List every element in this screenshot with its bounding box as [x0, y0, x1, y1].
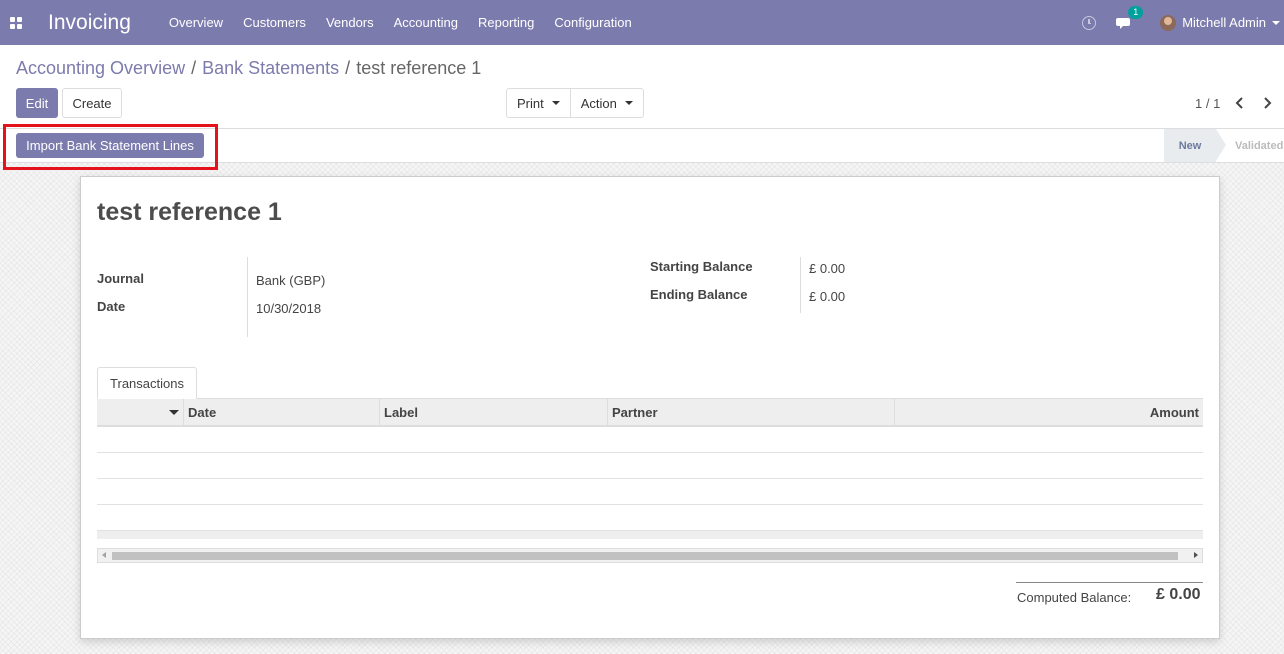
scroll-right-icon[interactable]	[1194, 552, 1198, 558]
ending-balance-label: Ending Balance	[650, 287, 748, 302]
breadcrumb-separator: /	[191, 58, 197, 78]
breadcrumb-current: test reference 1	[356, 58, 482, 78]
pager-value[interactable]: 1 / 1	[1195, 96, 1220, 111]
table-header: Date Label Partner Amount	[97, 398, 1203, 427]
starting-balance-label: Starting Balance	[650, 259, 753, 274]
edit-button[interactable]: Edit	[16, 88, 58, 118]
menu-reporting[interactable]: Reporting	[478, 15, 534, 30]
activity-clock-icon[interactable]	[1082, 15, 1097, 30]
create-button[interactable]: Create	[62, 88, 122, 118]
ending-balance-value[interactable]: £ 0.00	[809, 289, 845, 304]
date-value[interactable]: 10/30/2018	[256, 301, 321, 316]
menu-configuration[interactable]: Configuration	[554, 15, 631, 30]
record-title: test reference 1	[97, 198, 282, 226]
user-avatar[interactable]	[1160, 14, 1177, 31]
user-name[interactable]: Mitchell Admin	[1182, 15, 1266, 30]
print-label: Print	[517, 95, 544, 111]
computed-balance-label: Computed Balance:	[1017, 590, 1132, 605]
breadcrumb-separator: /	[345, 58, 351, 78]
table-row[interactable]	[97, 427, 1203, 453]
field-divider	[247, 257, 248, 337]
action-dropdown[interactable]: Action	[569, 89, 643, 117]
date-label: Date	[97, 299, 126, 314]
app-name[interactable]: Invoicing	[48, 11, 131, 35]
table-row[interactable]	[97, 505, 1203, 531]
scrollbar-thumb[interactable]	[112, 552, 1178, 560]
pager-next-icon[interactable]	[1260, 96, 1274, 110]
table-row[interactable]	[97, 479, 1203, 505]
breadcrumb-bank-statements[interactable]: Bank Statements	[202, 58, 339, 79]
user-menu-caret-icon[interactable]	[1272, 20, 1280, 25]
transactions-table: Date Label Partner Amount	[97, 398, 1203, 539]
horizontal-scrollbar[interactable]	[97, 548, 1203, 563]
column-partner[interactable]: Partner	[607, 399, 894, 426]
breadcrumb-accounting-overview[interactable]: Accounting Overview	[16, 58, 185, 79]
caret-down-icon	[624, 101, 633, 105]
menu-accounting[interactable]: Accounting	[394, 15, 458, 30]
top-navbar: Invoicing Overview Customers Vendors Acc…	[0, 0, 1284, 45]
column-label[interactable]: Label	[379, 399, 607, 426]
chat-counter-badge: 1	[1128, 5, 1144, 19]
field-divider	[800, 257, 801, 313]
starting-balance-value[interactable]: £ 0.00	[809, 261, 845, 276]
messaging-menu[interactable]: 1	[1116, 5, 1144, 31]
breadcrumb: Accounting Overview / Bank Statements / …	[16, 58, 481, 79]
sequence-sort-column[interactable]	[97, 399, 183, 426]
tab-transactions[interactable]: Transactions	[97, 367, 197, 399]
menu-overview[interactable]: Overview	[169, 15, 223, 30]
balance-divider	[1016, 582, 1203, 583]
column-amount[interactable]: Amount	[894, 399, 1203, 426]
table-footer	[97, 531, 1203, 539]
sort-caret-icon	[169, 410, 179, 415]
stage-validated[interactable]: Validated	[1226, 129, 1284, 162]
stage-new[interactable]: New	[1164, 129, 1226, 162]
column-date[interactable]: Date	[183, 399, 379, 426]
computed-balance-value: £ 0.00	[1156, 586, 1201, 603]
highlight-annotation-box	[3, 124, 218, 170]
print-dropdown[interactable]: Print	[507, 89, 570, 117]
pager-previous-icon[interactable]	[1233, 96, 1247, 110]
action-button-group: Print Action	[506, 88, 644, 118]
journal-label: Journal	[97, 271, 144, 286]
scroll-left-icon[interactable]	[102, 552, 106, 558]
caret-down-icon	[551, 101, 560, 105]
menu-vendors[interactable]: Vendors	[326, 15, 374, 30]
journal-value[interactable]: Bank (GBP)	[256, 273, 325, 288]
action-label: Action	[580, 95, 617, 111]
table-row[interactable]	[97, 453, 1203, 479]
form-sheet: test reference 1 Journal Bank (GBP) Date…	[80, 176, 1220, 639]
apps-menu-icon[interactable]	[0, 0, 32, 45]
menu-customers[interactable]: Customers	[243, 15, 306, 30]
